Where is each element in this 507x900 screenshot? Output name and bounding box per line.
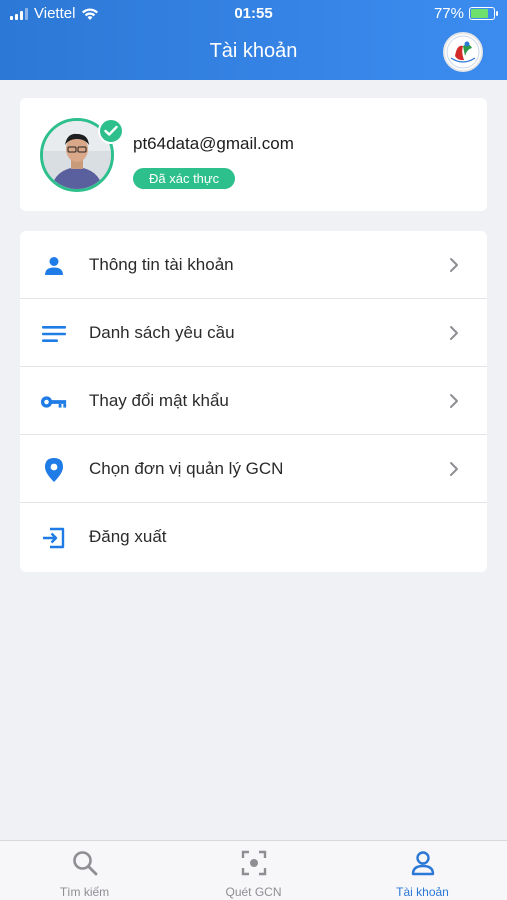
scan-icon xyxy=(241,850,266,876)
status-bar: Viettel 01:55 77% xyxy=(0,0,507,28)
menu-item-label: Thay đổi mật khẩu xyxy=(89,390,229,410)
menu-item-label: Đăng xuất xyxy=(89,527,167,546)
user-icon xyxy=(411,851,434,876)
menu-item-logout[interactable]: Đăng xuất xyxy=(20,503,487,571)
logout-icon xyxy=(40,524,68,552)
menu-item-request-list[interactable]: Danh sách yêu cầu xyxy=(20,299,487,367)
header: Viettel 01:55 77% Tài khoản xyxy=(0,0,507,80)
logo-emblem-icon xyxy=(446,35,480,69)
tab-label: Tìm kiếm xyxy=(59,885,110,899)
verified-check-icon xyxy=(98,118,124,144)
chevron-right-icon xyxy=(450,394,458,408)
status-right: 77% xyxy=(433,5,498,22)
tab-account[interactable]: Tài khoản xyxy=(338,841,507,900)
menu-item-label: Thông tin tài khoản xyxy=(89,254,234,274)
menu-item-select-unit[interactable]: Chọn đơn vị quản lý GCN xyxy=(20,435,487,503)
chevron-right-icon xyxy=(450,326,458,340)
menu-item-label: Danh sách yêu cầu xyxy=(89,322,235,342)
tab-label: Tài khoản xyxy=(396,885,449,899)
tab-bar: Tìm kiếm Quét GCN Tài khoản xyxy=(0,840,507,900)
location-pin-icon xyxy=(40,456,68,484)
avatar-wrap xyxy=(40,118,124,192)
agency-logo[interactable] xyxy=(443,32,483,72)
battery-icon xyxy=(469,7,498,20)
menu-item-change-password[interactable]: Thay đổi mật khẩu xyxy=(20,367,487,435)
verified-badge: Đã xác thực xyxy=(133,168,236,189)
profile-card: pt64data@gmail.com Đã xác thực xyxy=(20,98,487,211)
menu-item-account-info[interactable]: Thông tin tài khoản xyxy=(20,231,487,299)
status-time: 01:55 xyxy=(234,5,273,22)
menu-item-label: Chọn đơn vị quản lý GCN xyxy=(89,458,284,478)
search-icon xyxy=(72,851,97,876)
tab-scan[interactable]: Quét GCN xyxy=(169,841,338,900)
battery-percent: 77% xyxy=(433,5,464,22)
person-icon xyxy=(40,252,68,280)
tab-search[interactable]: Tìm kiếm xyxy=(0,841,169,900)
page-title: Tài khoản xyxy=(209,40,298,62)
tab-label: Quét GCN xyxy=(225,885,282,899)
chevron-right-icon xyxy=(450,462,458,476)
list-icon xyxy=(40,320,68,348)
key-icon xyxy=(40,388,68,416)
user-email: pt64data@gmail.com xyxy=(133,134,294,153)
account-menu: Thông tin tài khoản Danh sách yêu cầu Th… xyxy=(20,231,487,572)
chevron-right-icon xyxy=(450,258,458,272)
battery-fill xyxy=(471,9,488,18)
